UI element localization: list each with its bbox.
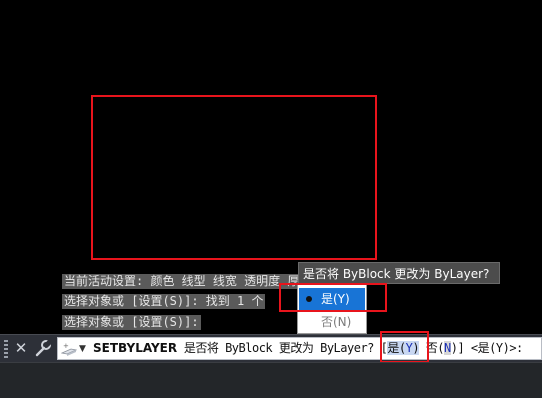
prompt-end: ] <是(Y)>:: [457, 341, 523, 355]
drawing-canvas[interactable]: 当前活动设置: 颜色 线型 线宽 透明度 厚度 选择对象或 [设置(S)]: 找…: [0, 0, 542, 334]
wrench-icon[interactable]: [34, 338, 53, 358]
history-line: 选择对象或 [设置(S)]:: [62, 315, 201, 330]
drag-grip-handle[interactable]: [4, 340, 8, 358]
history-line: 当前活动设置: 颜色 线型 线宽 透明度 厚度: [62, 274, 300, 289]
command-line-input[interactable]: + ▼ SETBYLAYER 是否将 ByBlock 更改为 ByLayer? …: [57, 337, 542, 360]
command-name: SETBYLAYER: [93, 341, 178, 355]
close-icon[interactable]: ✕: [13, 338, 29, 358]
history-line: 选择对象或 [设置(S)]: 找到 1 个: [62, 294, 266, 309]
option-no[interactable]: N: [444, 341, 451, 355]
command-bar: ✕ + ▼ SETBYLAYER 是否将 ByBlock 更改为 ByLayer…: [0, 334, 542, 362]
command-prompt-text: SETBYLAYER 是否将 ByBlock 更改为 ByLayer? [是(Y…: [93, 341, 523, 355]
status-area: [0, 362, 542, 398]
chevron-down-icon[interactable]: ▼: [79, 342, 89, 356]
svg-text:+: +: [63, 342, 69, 350]
menu-item-no[interactable]: 否(N): [299, 311, 365, 333]
command-prompt-icon: +: [60, 341, 78, 357]
highlight-box: [380, 331, 429, 363]
menu-item-label: 否(N): [321, 315, 352, 329]
prompt-text: 是否将 ByBlock 更改为 ByLayer? [: [177, 341, 388, 355]
drawn-rectangle[interactable]: [91, 95, 377, 260]
highlight-box: [279, 283, 387, 312]
context-menu-title: 是否将 ByBlock 更改为 ByLayer?: [298, 262, 500, 284]
